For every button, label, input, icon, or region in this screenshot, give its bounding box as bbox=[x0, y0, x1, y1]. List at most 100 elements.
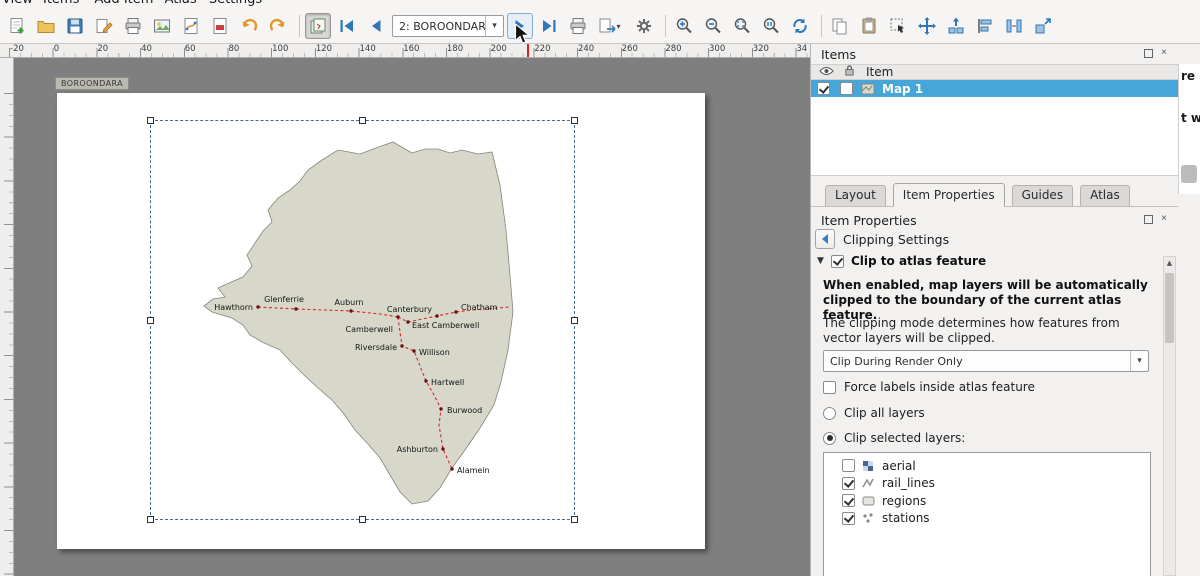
layer-row-regions[interactable]: regions bbox=[824, 492, 1150, 510]
refresh-button[interactable] bbox=[787, 13, 813, 39]
items-panel-undock-button[interactable] bbox=[1142, 47, 1154, 59]
resize-handle-nw[interactable] bbox=[147, 117, 154, 124]
resize-handle-n[interactable] bbox=[359, 117, 366, 124]
atlas-feature-combo[interactable]: 2: BOROONDARA ▾ bbox=[392, 15, 504, 37]
edge-text-fragment: re le bbox=[1181, 69, 1200, 83]
scroll-up-icon[interactable]: ▲ bbox=[1164, 257, 1175, 267]
clip-to-atlas-group-header[interactable]: ▼ Clip to atlas feature bbox=[817, 254, 986, 268]
clip-to-atlas-checkbox[interactable] bbox=[831, 255, 844, 268]
menu-atlas[interactable]: Atlas bbox=[165, 0, 197, 9]
ruler-label: 160 bbox=[403, 44, 447, 54]
zoom-out-icon bbox=[703, 16, 723, 36]
layer-checkbox[interactable] bbox=[842, 494, 855, 507]
menu-settings[interactable]: Settings bbox=[209, 0, 262, 9]
redo-button[interactable] bbox=[265, 13, 291, 39]
layout-canvas[interactable]: BOROONDARA Hawthorn Glenferrie Auburn C bbox=[14, 58, 810, 576]
print-atlas-icon bbox=[568, 16, 588, 36]
export-svg-icon bbox=[181, 16, 201, 36]
force-labels-checkbox[interactable] bbox=[823, 381, 836, 394]
properties-panel-close-button[interactable]: × bbox=[1158, 213, 1170, 225]
layer-row-rail-lines[interactable]: rail_lines bbox=[824, 475, 1150, 493]
chevron-down-icon[interactable]: ▾ bbox=[485, 16, 503, 36]
export-pdf-button[interactable] bbox=[207, 13, 233, 39]
atlas-previous-feature-button[interactable] bbox=[363, 13, 389, 39]
clip-all-layers-label: Clip all layers bbox=[844, 406, 925, 420]
items-row-map1[interactable]: Map 1 bbox=[811, 80, 1178, 97]
move-content-icon bbox=[917, 16, 937, 36]
items-panel-close-button[interactable]: × bbox=[1158, 47, 1170, 59]
layer-checkbox[interactable] bbox=[842, 459, 855, 472]
export-image-button[interactable] bbox=[149, 13, 175, 39]
layer-label: stations bbox=[882, 511, 930, 525]
item-visibility-checkbox[interactable] bbox=[817, 82, 830, 95]
undo-button[interactable] bbox=[236, 13, 262, 39]
layout-manager-button[interactable] bbox=[91, 13, 117, 39]
align-items-button[interactable] bbox=[972, 13, 998, 39]
back-button[interactable] bbox=[815, 229, 835, 249]
select-move-item-button[interactable] bbox=[885, 13, 911, 39]
copy-items-button[interactable] bbox=[827, 13, 853, 39]
resize-handle-se[interactable] bbox=[571, 516, 578, 523]
print-atlas-button[interactable] bbox=[565, 13, 591, 39]
ruler-label: 60 bbox=[185, 44, 229, 54]
layer-checkbox[interactable] bbox=[842, 477, 855, 490]
resize-handle-s[interactable] bbox=[359, 516, 366, 523]
edge-window-fragment: re le t wil bbox=[1178, 64, 1200, 194]
properties-scrollbar[interactable]: ▲ bbox=[1163, 256, 1176, 576]
layer-label: regions bbox=[882, 494, 926, 508]
resize-handle-sw[interactable] bbox=[147, 516, 154, 523]
tab-item-properties[interactable]: Item Properties bbox=[893, 183, 1005, 207]
scrollbar-thumb[interactable] bbox=[1165, 273, 1174, 343]
clip-layer-list[interactable]: aerial rail_lines regions stations bbox=[823, 452, 1151, 576]
tab-atlas[interactable]: Atlas bbox=[1080, 185, 1130, 206]
scrollbar-thumb[interactable] bbox=[1181, 165, 1197, 183]
atlas-preview-toggle[interactable] bbox=[305, 13, 331, 39]
zoom-actual-button[interactable] bbox=[758, 13, 784, 39]
tab-guides[interactable]: Guides bbox=[1012, 185, 1074, 206]
export-atlas-icon bbox=[598, 16, 618, 36]
layer-checkbox[interactable] bbox=[842, 512, 855, 525]
clip-mode-select[interactable]: Clip During Render Only ▾ bbox=[823, 350, 1149, 372]
print-layout-button[interactable] bbox=[120, 13, 146, 39]
export-atlas-button[interactable]: ▾ bbox=[594, 13, 628, 39]
menu-add-item[interactable]: Add Item bbox=[95, 0, 154, 9]
atlas-settings-button[interactable] bbox=[631, 13, 657, 39]
layer-row-stations[interactable]: stations bbox=[824, 510, 1150, 528]
move-item-content-button[interactable] bbox=[914, 13, 940, 39]
gear-icon bbox=[634, 16, 654, 36]
properties-panel-undock-button[interactable] bbox=[1142, 213, 1154, 225]
menu-view[interactable]: View bbox=[2, 0, 33, 9]
collapse-arrow-icon[interactable]: ▼ bbox=[817, 256, 831, 266]
open-layout-button[interactable] bbox=[33, 13, 59, 39]
atlas-first-feature-button[interactable] bbox=[334, 13, 360, 39]
resize-items-icon bbox=[1033, 16, 1053, 36]
menu-items[interactable]: Items bbox=[43, 0, 79, 9]
clip-selected-layers-radio[interactable] bbox=[823, 432, 836, 445]
resize-items-button[interactable] bbox=[1030, 13, 1056, 39]
resize-handle-e[interactable] bbox=[571, 317, 578, 324]
clip-to-atlas-label: Clip to atlas feature bbox=[851, 254, 986, 268]
resize-handle-w[interactable] bbox=[147, 317, 154, 324]
raise-items-button[interactable] bbox=[943, 13, 969, 39]
zoom-in-button[interactable] bbox=[671, 13, 697, 39]
force-labels-label: Force labels inside atlas feature bbox=[844, 380, 1035, 394]
map-selection-frame[interactable] bbox=[150, 120, 575, 520]
items-column-header: Item bbox=[811, 64, 1178, 80]
item-lock-checkbox[interactable] bbox=[840, 82, 853, 95]
zoom-full-icon bbox=[732, 16, 752, 36]
tab-layout[interactable]: Layout bbox=[825, 185, 886, 206]
layer-row-aerial[interactable]: aerial bbox=[824, 457, 1150, 475]
resize-handle-ne[interactable] bbox=[571, 117, 578, 124]
add-item-button[interactable] bbox=[4, 13, 30, 39]
zoom-out-button[interactable] bbox=[700, 13, 726, 39]
zoom-full-button[interactable] bbox=[729, 13, 755, 39]
clip-all-layers-radio[interactable] bbox=[823, 407, 836, 420]
atlas-last-feature-button[interactable] bbox=[536, 13, 562, 39]
previous-feature-icon bbox=[366, 16, 386, 36]
clip-mode-value: Clip During Render Only bbox=[824, 355, 1130, 368]
save-layout-button[interactable] bbox=[62, 13, 88, 39]
distribute-items-button[interactable] bbox=[1001, 13, 1027, 39]
export-svg-button[interactable] bbox=[178, 13, 204, 39]
paste-items-button[interactable] bbox=[856, 13, 882, 39]
items-panel-title: Items bbox=[821, 47, 856, 62]
